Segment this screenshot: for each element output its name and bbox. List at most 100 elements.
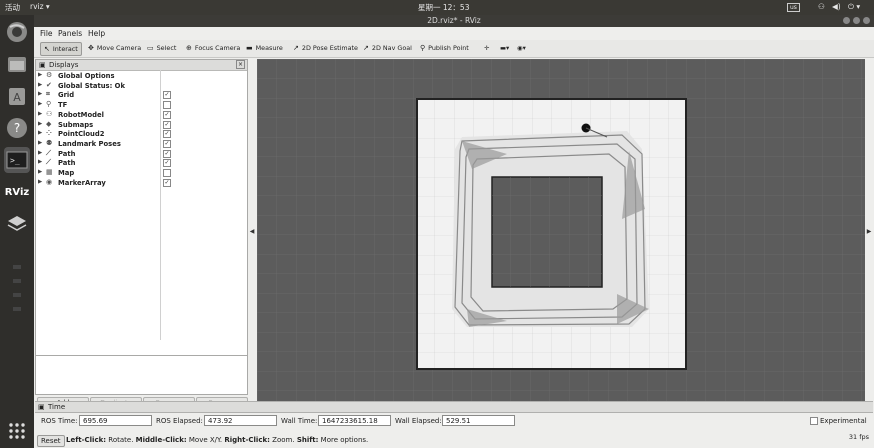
ros-time-field[interactable]: 695.69 (79, 415, 152, 426)
maximize-icon[interactable] (853, 17, 860, 24)
pose-arrow-icon: ↗ (293, 44, 299, 52)
files-icon[interactable] (4, 51, 30, 77)
show-apps-icon[interactable] (4, 418, 30, 444)
enable-checkbox[interactable] (163, 101, 171, 110)
power-icon[interactable]: ⏻ ▾ (848, 2, 860, 12)
display-row-path-2[interactable]: ▶ ⟋ Path ✓ (36, 158, 247, 168)
marker-icon: ◉ (46, 177, 53, 186)
launcher-dock: A ? >_ RViz (0, 15, 34, 448)
layers-icon[interactable] (4, 211, 30, 237)
menu-file[interactable]: File (40, 29, 53, 38)
display-row-map[interactable]: ▶ ▦ Map (36, 168, 247, 178)
system-top-bar: 活动 rviz ▾ 星期一 12：53 us ⚇ ◀) ⏻ ▾ (0, 0, 874, 15)
display-row-submaps[interactable]: ▶ ◆ Submaps ✓ (36, 120, 247, 130)
submaps-icon: ◆ (46, 119, 52, 128)
clock[interactable]: 星期一 12：53 (418, 2, 469, 13)
focus-camera-tool-button[interactable]: ⊕ Focus Camera (183, 42, 243, 54)
display-label: Path (58, 159, 76, 168)
expand-arrow-icon[interactable]: ▶ (38, 159, 42, 165)
minimize-icon[interactable] (843, 17, 850, 24)
display-label: Path (58, 149, 76, 158)
display-label: Map (58, 169, 75, 177)
pose-estimate-tool-button[interactable]: ↗ 2D Pose Estimate (290, 42, 361, 54)
reset-button[interactable]: Reset (37, 435, 65, 447)
map-render (257, 59, 865, 412)
enable-checkbox[interactable]: ✓ (163, 159, 171, 168)
check-icon: ✔ (46, 80, 52, 89)
nav-goal-tool-button[interactable]: ↗ 2D Nav Goal (360, 42, 415, 54)
remove-tool-icon[interactable]: ▬▾ (497, 42, 512, 54)
expand-arrow-icon[interactable]: ▶ (38, 130, 42, 136)
display-row-global-status[interactable]: ▶ ✔ Global Status: Ok (36, 81, 247, 91)
menu-bar: File Panels Help (34, 27, 874, 40)
expand-arrow-icon[interactable]: ▶ (38, 169, 42, 175)
fps-counter: 31 fps (848, 433, 869, 441)
software-center-icon[interactable]: A (4, 83, 30, 109)
display-row-marker-array[interactable]: ▶ ◉ MarkerArray ✓ (36, 178, 247, 188)
experimental-checkbox[interactable] (810, 417, 818, 425)
display-row-path-1[interactable]: ▶ ⟋ Path ✓ (36, 149, 247, 159)
terminal-icon[interactable]: >_ (4, 147, 30, 173)
display-row-robot-model[interactable]: ▶ ⚇ RobotModel ✓ (36, 110, 247, 120)
enable-checkbox[interactable] (163, 169, 171, 177)
enable-checkbox[interactable]: ✓ (163, 130, 171, 139)
enable-checkbox[interactable]: ✓ (163, 91, 171, 100)
move-camera-tool-button[interactable]: ✥ Move Camera (85, 42, 144, 54)
menu-help[interactable]: Help (88, 29, 105, 38)
wall-time-field[interactable]: 1647233615.18 (318, 415, 391, 426)
map-icon: ▦ (46, 168, 53, 176)
volume-icon[interactable]: ◀) (832, 2, 841, 11)
wall-time-label: Wall Time: (281, 417, 318, 425)
expand-arrow-icon[interactable]: ▶ (38, 82, 42, 88)
expand-arrow-icon[interactable]: ▶ (38, 101, 42, 107)
display-row-global-options[interactable]: ▶ ⚙ Global Options (36, 71, 247, 81)
enable-checkbox[interactable]: ✓ (163, 120, 171, 129)
display-row-tf[interactable]: ▶ ⚲ TF (36, 100, 247, 110)
activities-button[interactable]: 活动 (5, 2, 20, 13)
browser-icon[interactable] (4, 19, 30, 45)
expand-arrow-icon[interactable]: ▶ (38, 121, 42, 127)
properties-description-area (35, 355, 248, 395)
network-icon[interactable]: ⚇ (818, 2, 825, 11)
experimental-label: Experimental (820, 417, 867, 425)
expand-arrow-icon[interactable]: ▶ (38, 150, 42, 156)
enable-checkbox[interactable]: ✓ (163, 110, 171, 119)
enable-checkbox[interactable]: ✓ (163, 149, 171, 158)
expand-arrow-icon[interactable]: ▶ (38, 91, 42, 97)
render-viewport[interactable] (257, 59, 865, 412)
measure-tool-button[interactable]: ▬ Measure (243, 42, 286, 54)
expand-arrow-icon[interactable]: ▶ (38, 111, 42, 117)
ros-elapsed-label: ROS Elapsed: (156, 417, 203, 425)
time-panel-header: ▣ Time (35, 401, 873, 413)
launcher-faded-items (13, 265, 21, 355)
wall-elapsed-field[interactable]: 529.51 (442, 415, 515, 426)
enable-checkbox[interactable]: ✓ (163, 178, 171, 187)
keyboard-layout-indicator[interactable]: us (787, 3, 800, 12)
display-label: MarkerArray (58, 178, 106, 187)
display-row-pointcloud2[interactable]: ▶ ⁘ PointCloud2 ✓ (36, 129, 247, 139)
right-splitter-handle[interactable]: ▶ (865, 59, 873, 404)
ros-elapsed-field[interactable]: 473.92 (204, 415, 277, 426)
tool-properties-icon[interactable]: ◉▾ (514, 42, 529, 54)
left-splitter-handle[interactable]: ◀ (248, 59, 256, 404)
app-menu[interactable]: rviz ▾ (30, 2, 50, 11)
panel-close-icon[interactable]: × (236, 60, 245, 69)
displays-panel-header: ▣ Displays × (36, 60, 247, 71)
expand-arrow-icon[interactable]: ▶ (38, 179, 42, 185)
expand-arrow-icon[interactable]: ▶ (38, 72, 42, 78)
expand-arrow-icon[interactable]: ▶ (38, 140, 42, 146)
display-row-grid[interactable]: ▶ ⌗ Grid ✓ (36, 90, 247, 100)
help-icon[interactable]: ? (4, 115, 30, 141)
select-tool-button[interactable]: ▭ Select (144, 42, 179, 54)
tool-bar: ↖ Interact ✥ Move Camera ▭ Select ⊕ Focus Ca… (34, 40, 874, 58)
interact-tool-button[interactable]: ↖ Interact (40, 42, 82, 56)
display-label: PointCloud2 (58, 130, 105, 139)
close-icon[interactable] (863, 17, 870, 24)
display-row-landmark-poses[interactable]: ▶ ⚉ Landmark Poses ✓ (36, 139, 247, 149)
enable-checkbox[interactable]: ✓ (163, 139, 171, 148)
publish-point-tool-button[interactable]: ⚲ Publish Point (417, 42, 472, 54)
add-tool-icon[interactable]: ✛ (481, 42, 492, 54)
menu-panels[interactable]: Panels (58, 29, 82, 38)
wall-elapsed-label: Wall Elapsed: (395, 417, 442, 425)
rviz-icon[interactable]: RViz (4, 179, 30, 205)
